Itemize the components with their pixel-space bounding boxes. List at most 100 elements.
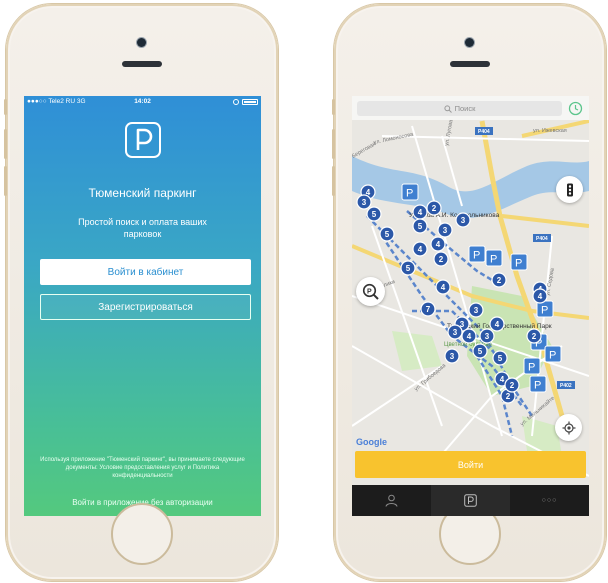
parking-count-marker[interactable]: 4 xyxy=(412,241,428,257)
app-subtitle: Простой поиск и оплата ваших парковок xyxy=(78,217,207,239)
search-icon xyxy=(443,104,452,113)
svg-text:P: P xyxy=(534,380,541,392)
parking-count-marker[interactable]: 5 xyxy=(492,350,508,366)
parking-count-marker[interactable]: 3 xyxy=(444,348,460,364)
parking-count-marker[interactable]: 3 xyxy=(437,222,453,238)
earpiece-speaker xyxy=(122,61,162,67)
battery-icon xyxy=(242,98,258,105)
search-bar: Поиск xyxy=(352,96,589,120)
parking-count-marker[interactable]: 2 xyxy=(526,328,542,344)
app-title: Тюменский паркинг xyxy=(88,186,197,200)
parking-count-marker[interactable]: 2 xyxy=(491,272,507,288)
login-screen: ●●●○○ Tele2 RU 3G 14:02 Тюменский паркин… xyxy=(24,96,261,516)
svg-text:3: 3 xyxy=(450,352,455,361)
parking-count-marker[interactable]: 4 xyxy=(435,279,451,295)
svg-text:5: 5 xyxy=(478,347,483,356)
svg-text:3: 3 xyxy=(362,198,367,207)
tab-parking[interactable] xyxy=(431,485,510,516)
parking-p-icon xyxy=(464,494,477,507)
parking-count-marker[interactable]: 5 xyxy=(412,218,428,234)
parking-search-button[interactable]: P xyxy=(356,277,385,306)
parking-count-marker[interactable]: 4 xyxy=(412,204,428,220)
parking-search-icon: P xyxy=(362,283,379,300)
svg-text:5: 5 xyxy=(406,264,411,273)
volume-up-button xyxy=(332,129,335,159)
login-button[interactable]: Войти в кабинет xyxy=(40,259,251,285)
mute-switch xyxy=(332,99,335,115)
more-dots-icon: ○○○ xyxy=(541,497,558,504)
svg-text:4: 4 xyxy=(418,245,423,254)
tab-profile[interactable] xyxy=(352,485,431,516)
svg-text:P: P xyxy=(541,305,548,317)
enter-button[interactable]: Войти xyxy=(355,451,586,478)
parking-count-marker[interactable]: 5 xyxy=(400,260,416,276)
parking-count-marker[interactable]: 7 xyxy=(420,301,436,317)
map-label-street: ул. Ижевская xyxy=(533,128,567,134)
status-bar: ●●●○○ Tele2 RU 3G 14:02 xyxy=(24,96,261,107)
svg-text:4: 4 xyxy=(500,375,505,384)
parking-count-marker[interactable]: 4 xyxy=(489,316,505,332)
parking-count-marker[interactable]: 2 xyxy=(504,377,520,393)
phone-frame-left: ●●●○○ Tele2 RU 3G 14:02 Тюменский паркин… xyxy=(4,4,278,581)
parking-count-marker[interactable]: 5 xyxy=(366,206,382,222)
svg-text:3: 3 xyxy=(485,332,490,341)
svg-text:P: P xyxy=(549,350,556,362)
locate-me-button[interactable] xyxy=(555,414,582,441)
volume-down-button xyxy=(332,166,335,196)
svg-text:3: 3 xyxy=(474,306,479,315)
parking-count-marker[interactable]: 3 xyxy=(356,194,372,210)
alarm-icon xyxy=(233,98,239,105)
parking-lot-marker[interactable]: P xyxy=(529,375,547,393)
svg-text:P: P xyxy=(406,188,413,200)
svg-text:2: 2 xyxy=(532,332,537,341)
svg-text:P: P xyxy=(528,362,535,374)
parking-count-marker[interactable]: 5 xyxy=(379,226,395,242)
volume-up-button xyxy=(4,129,7,159)
parking-lot-marker[interactable]: P xyxy=(485,249,503,267)
parking-count-marker[interactable]: 3 xyxy=(479,328,495,344)
svg-text:3: 3 xyxy=(443,226,448,235)
clock-icon[interactable] xyxy=(568,101,583,116)
svg-text:4: 4 xyxy=(538,292,543,301)
parking-count-marker[interactable]: 5 xyxy=(472,343,488,359)
svg-text:4: 4 xyxy=(495,320,500,329)
home-button xyxy=(111,503,173,565)
register-button[interactable]: Зарегистрироваться xyxy=(40,294,251,320)
svg-text:4: 4 xyxy=(441,283,446,292)
parking-lot-marker[interactable]: P xyxy=(468,245,486,263)
terms-disclaimer[interactable]: Используя приложение "Тюменский паркинг"… xyxy=(36,456,249,480)
parking-p-icon xyxy=(125,122,161,158)
person-icon xyxy=(385,494,398,507)
phone-frame-right: ул. Ломоносова Береговая ул. Луговая ул.… xyxy=(332,4,606,581)
parking-lot-marker[interactable]: P xyxy=(544,345,562,363)
parking-count-marker[interactable]: 2 xyxy=(426,200,442,216)
tab-more[interactable]: ○○○ xyxy=(510,485,589,516)
svg-text:5: 5 xyxy=(418,222,423,231)
svg-text:P: P xyxy=(367,288,372,295)
status-time: 14:02 xyxy=(134,98,151,105)
parking-lot-marker[interactable]: P xyxy=(523,357,541,375)
svg-text:4: 4 xyxy=(418,208,423,217)
road-shield-label: Р402 xyxy=(560,383,572,389)
parking-count-marker[interactable]: 3 xyxy=(468,302,484,318)
parking-count-marker[interactable]: 4 xyxy=(532,288,548,304)
front-camera xyxy=(137,38,146,47)
svg-text:4: 4 xyxy=(467,332,472,341)
parking-lot-marker[interactable]: P xyxy=(401,183,419,201)
parking-count-marker[interactable]: 4 xyxy=(461,328,477,344)
svg-text:5: 5 xyxy=(498,354,503,363)
bottom-tab-bar: ○○○ xyxy=(352,485,589,516)
mute-switch xyxy=(4,99,7,115)
parking-count-marker[interactable]: 3 xyxy=(447,324,463,340)
parking-count-marker[interactable]: 4 xyxy=(430,236,446,252)
parking-count-marker[interactable]: 2 xyxy=(433,251,449,267)
traffic-toggle-button[interactable] xyxy=(556,176,583,203)
parking-count-marker[interactable]: 3 xyxy=(455,212,471,228)
svg-text:2: 2 xyxy=(432,204,437,213)
svg-text:3: 3 xyxy=(453,328,458,337)
road-shield-label: Р404 xyxy=(478,129,490,135)
locate-icon xyxy=(562,421,575,434)
parking-lot-marker[interactable]: P xyxy=(510,253,528,271)
search-input[interactable]: Поиск xyxy=(357,101,562,116)
google-logo: Google xyxy=(356,437,387,447)
